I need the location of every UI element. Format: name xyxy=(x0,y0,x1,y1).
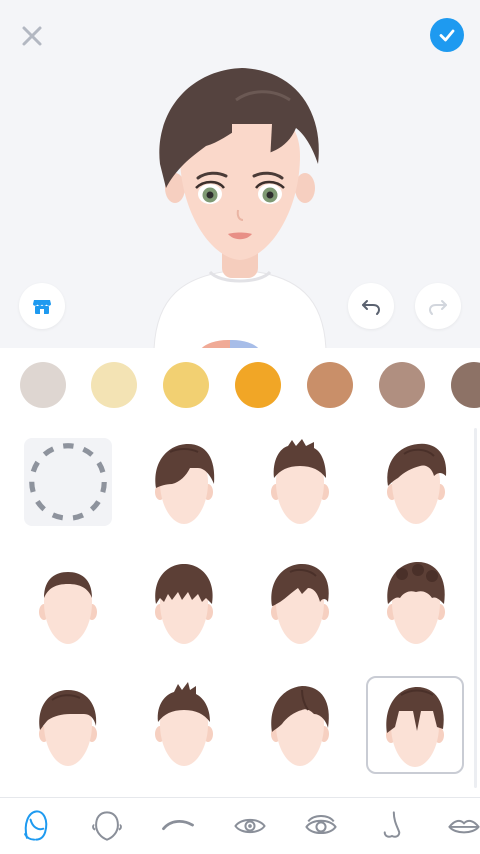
no-hair-dashed-circle-icon xyxy=(29,443,107,521)
feature-category-bar xyxy=(0,797,480,854)
hair-thumbnail-curly-top xyxy=(387,562,445,644)
tab-hair[interactable] xyxy=(14,806,58,846)
hair-option-none[interactable] xyxy=(24,438,112,526)
hair-thumbnail-side-part-volume xyxy=(271,686,329,766)
hair-thumbnail-side-swept xyxy=(155,444,215,524)
hair-option-curtain-bangs[interactable] xyxy=(366,676,464,774)
eye-detail-icon xyxy=(305,815,337,835)
tab-nose[interactable] xyxy=(370,806,414,846)
hair-thumbnail-wavy-swoop xyxy=(387,443,447,524)
tab-eye[interactable] xyxy=(228,806,272,846)
hair-option-side-swept[interactable] xyxy=(140,438,228,526)
color-swatch-light-brown[interactable] xyxy=(307,362,353,408)
hair-option-curly-top[interactable] xyxy=(372,558,460,646)
hair-thumbnail-slick-part xyxy=(39,690,97,766)
hair-option-messy-side[interactable] xyxy=(256,558,344,646)
color-swatch-pale-blonde[interactable] xyxy=(91,362,137,408)
hair-thumbnail-messy-side xyxy=(271,564,329,644)
close-button[interactable] xyxy=(14,18,50,54)
avatar-hair-editor xyxy=(0,0,480,854)
hair-thumbnail-textured-fringe xyxy=(155,564,213,644)
tab-face-shape[interactable] xyxy=(85,806,129,846)
store-icon xyxy=(33,300,51,314)
hair-thumbnail-curtain-bangs xyxy=(386,687,444,767)
undo-icon xyxy=(362,300,381,315)
hair-style-grid xyxy=(0,422,480,797)
tab-eyebrow[interactable] xyxy=(156,806,200,846)
color-swatch-orange[interactable] xyxy=(235,362,281,408)
hair-option-faux-hawk[interactable] xyxy=(140,680,228,768)
color-swatch-light-gray[interactable] xyxy=(20,362,66,408)
hair-option-side-part-volume[interactable] xyxy=(256,680,344,768)
redo-button[interactable] xyxy=(415,283,461,329)
avatar-character xyxy=(153,68,327,348)
color-swatch-taupe[interactable] xyxy=(379,362,425,408)
redo-icon xyxy=(428,300,447,315)
grid-scrollbar[interactable] xyxy=(474,428,477,788)
color-swatch-golden-blonde[interactable] xyxy=(163,362,209,408)
hair-thumbnail-faux-hawk xyxy=(155,682,213,766)
face-shape-icon xyxy=(92,811,122,841)
hair-option-buzz-cut[interactable] xyxy=(24,558,112,646)
checkmark-icon xyxy=(439,29,455,42)
lips-icon xyxy=(448,819,480,834)
hair-option-textured-fringe[interactable] xyxy=(140,558,228,646)
eye-icon xyxy=(234,818,266,834)
avatar-store-button[interactable] xyxy=(19,283,65,329)
color-swatch-dark-taupe[interactable] xyxy=(451,362,480,408)
hair-option-slick-part[interactable] xyxy=(24,680,112,768)
tab-lips[interactable] xyxy=(442,806,480,846)
undo-button[interactable] xyxy=(348,283,394,329)
hair-option-wavy-swoop[interactable] xyxy=(372,438,460,526)
close-icon xyxy=(22,26,42,46)
hair-option-spiky-quiff[interactable] xyxy=(256,438,344,526)
eyebrow-icon xyxy=(162,820,194,831)
hair-thumbnail-buzz-cut xyxy=(39,572,97,644)
nose-icon xyxy=(383,811,401,838)
hair-thumbnail-spiky-quiff xyxy=(271,439,329,524)
hair-color-swatch-row xyxy=(0,348,480,420)
hair-icon xyxy=(24,810,48,841)
confirm-button[interactable] xyxy=(430,18,464,52)
tab-eye-detail[interactable] xyxy=(299,806,343,846)
avatar-preview-area xyxy=(0,0,480,348)
